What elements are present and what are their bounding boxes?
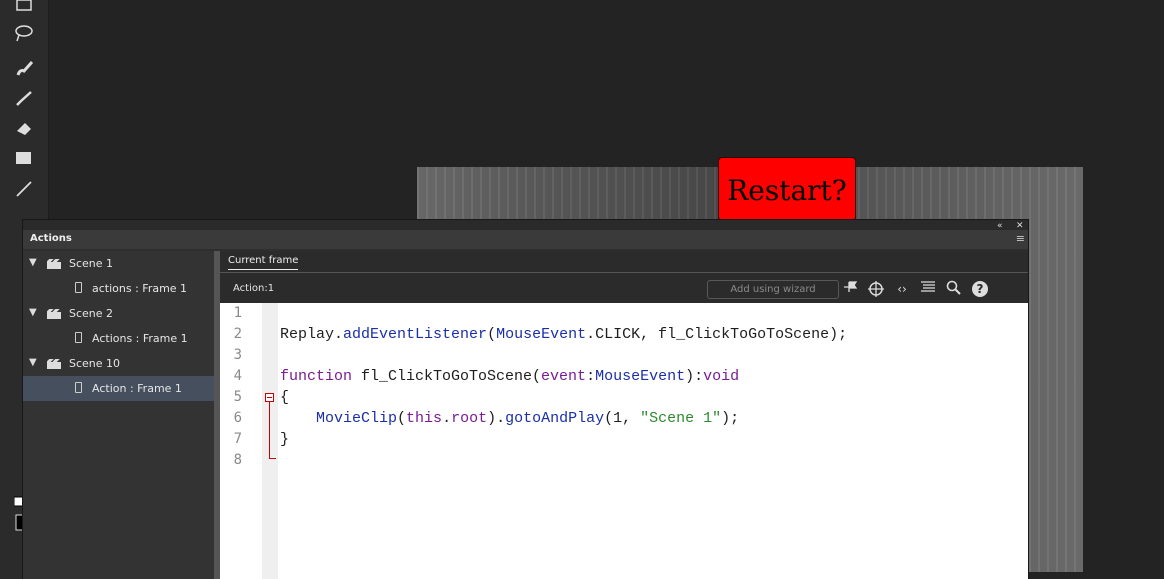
code-token: MouseEvent [496, 326, 587, 343]
line-number: 4 [233, 368, 242, 384]
line-number: 2 [233, 326, 242, 342]
tree-scene-2[interactable]: ▼ Scene 2 [23, 301, 214, 326]
code-line-2: Replay.addEventListener(MouseEvent.CLICK… [280, 326, 847, 343]
tree-label: Actions : Frame 1 [92, 332, 188, 345]
free-transform-icon[interactable] [8, 0, 42, 20]
clapperboard-icon [47, 309, 61, 319]
tree-label: Scene 1 [69, 257, 114, 270]
insert-target-path-icon[interactable] [867, 280, 885, 298]
add-using-wizard-button[interactable]: Add using wizard [707, 280, 839, 299]
code-line-4: function fl_ClickToGoToScene(event:Mouse… [280, 368, 739, 385]
lasso-icon[interactable] [8, 20, 42, 48]
script-file-icon [75, 282, 82, 293]
panel-header: Actions ≡ [23, 230, 1028, 249]
collapse-block-icon[interactable] [265, 393, 274, 402]
script-file-icon [75, 382, 82, 393]
code-token: . [442, 410, 452, 427]
editor-toolbar: Action:1 Add using wizard ‹› ? [220, 273, 1028, 303]
code-token: gotoAndPlay [505, 410, 605, 427]
line-icon[interactable] [8, 175, 42, 203]
code-token: void [703, 368, 740, 385]
search-icon[interactable] [945, 280, 963, 298]
fold-guide-end [269, 458, 276, 459]
code-token: ( [487, 326, 497, 343]
code-token: function [280, 368, 353, 385]
code-token: Replay [280, 326, 335, 343]
clapperboard-icon [47, 359, 61, 369]
line-number-gutter: 1 2 3 4 5 6 7 8 [220, 303, 262, 579]
code-token: MouseEvent [595, 368, 686, 385]
chevron-down-icon[interactable]: ▼ [29, 257, 37, 268]
tab-current-frame[interactable]: Current frame [228, 255, 299, 270]
tree-scene-1[interactable]: ▼ Scene 1 [23, 251, 214, 276]
tree-frame-scene-2[interactable]: Actions : Frame 1 [23, 326, 214, 351]
panel-top-strip: « ✕ [23, 220, 1028, 231]
eraser-icon[interactable] [8, 115, 42, 143]
line-number: 7 [233, 431, 242, 447]
line-number: 1 [233, 305, 242, 321]
chevron-down-icon[interactable]: ▼ [29, 357, 37, 368]
code-token: fl_ClickToGoToScene( [352, 368, 542, 385]
tree-label: actions : Frame 1 [92, 282, 188, 295]
fold-guide [269, 402, 270, 458]
editor-tabs: Current frame [220, 251, 1028, 273]
code-token: MovieClip [316, 410, 398, 427]
clapperboard-icon [47, 259, 61, 269]
code-line-6: MovieClip(this.root).gotoAndPlay(1, "Sce… [280, 410, 739, 427]
code-token: root [451, 410, 488, 427]
script-name: Action:1 [233, 283, 275, 294]
script-editor-area: Current frame Action:1 Add using wizard … [220, 251, 1028, 579]
code-fold-column [262, 303, 278, 579]
tree-label: Scene 2 [69, 307, 114, 320]
restart-button[interactable]: Restart? [718, 157, 856, 221]
code-token: (1, [604, 410, 641, 427]
rectangle-icon[interactable] [8, 145, 42, 173]
code-token: ( [397, 410, 407, 427]
code-token: : [586, 368, 596, 385]
tree-scene-10[interactable]: ▼ Scene 10 [23, 351, 214, 376]
script-navigator: ▼ Scene 1 actions : Frame 1 ▼ Scene 2 Ac… [23, 251, 215, 579]
tree-label: Scene 10 [69, 357, 121, 370]
pin-script-icon[interactable] [841, 280, 859, 298]
code-line-7: } [280, 431, 290, 448]
code-token: ); [721, 410, 740, 427]
panel-title: Actions [30, 233, 72, 244]
code-token: this [406, 410, 443, 427]
brush-icon[interactable] [8, 85, 42, 113]
script-file-icon [75, 332, 82, 343]
code-line-5: { [280, 389, 290, 406]
help-icon[interactable]: ? [971, 280, 989, 298]
tree-label: Action : Frame 1 [92, 382, 182, 395]
panel-menu-icon[interactable]: ≡ [1016, 232, 1025, 245]
tree-frame-scene-10[interactable]: Action : Frame 1 [23, 376, 214, 401]
code-token: . [334, 326, 344, 343]
code-token: ): [685, 368, 704, 385]
line-number: 3 [233, 347, 242, 363]
line-number: 6 [233, 410, 242, 426]
chevron-down-icon[interactable]: ▼ [29, 307, 37, 318]
format-code-icon[interactable] [919, 280, 937, 298]
code-token: ). [487, 410, 506, 427]
actions-panel: « ✕ Actions ≡ ▼ Scene 1 actions : Frame … [22, 219, 1029, 579]
code-editor[interactable]: 1 2 3 4 5 6 7 8 Replay.addEventListener(… [220, 303, 1028, 579]
code-snippets-icon[interactable]: ‹› [893, 280, 911, 298]
tree-frame-scene-1[interactable]: actions : Frame 1 [23, 276, 214, 301]
code-token: addEventListener [343, 326, 488, 343]
svg-text:?: ? [977, 282, 984, 296]
code-token: "Scene 1" [640, 410, 722, 427]
line-number: 8 [233, 452, 242, 468]
code-token: event [541, 368, 587, 385]
paint-brush-icon[interactable] [8, 55, 42, 83]
code-token: .CLICK, fl_ClickToGoToScene); [586, 326, 848, 343]
line-number: 5 [233, 389, 242, 405]
